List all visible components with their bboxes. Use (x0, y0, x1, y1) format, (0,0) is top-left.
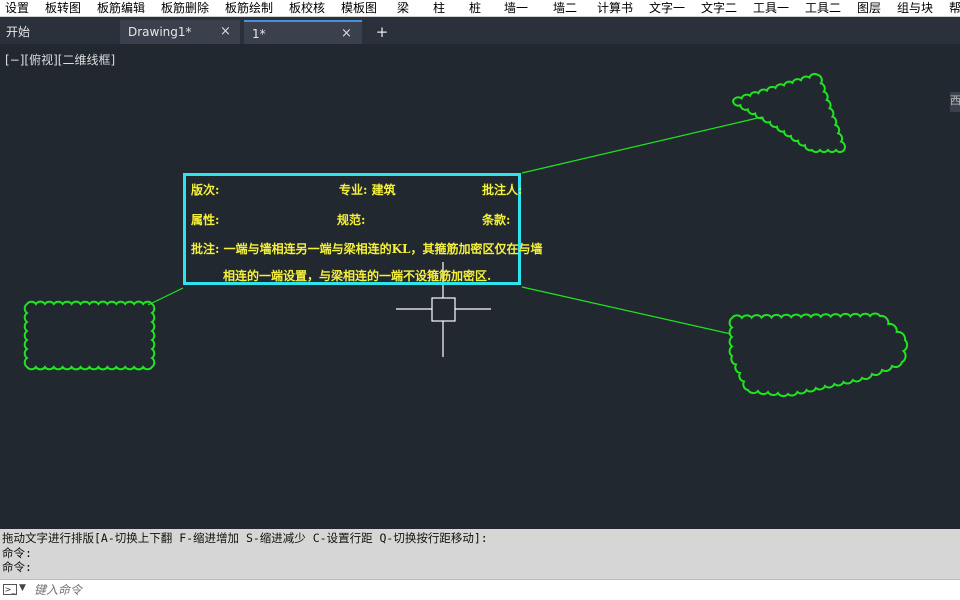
menu-pile[interactable]: 桩 (468, 0, 482, 16)
note-approver-label: 批注人: (482, 183, 523, 197)
command-input-row: >_ ▼ (0, 579, 960, 600)
annotation-note-box[interactable]: 版次: 专业: 建筑 批注人: 属性: 规范: 条款: 批注: 一端与墙相连另一… (183, 173, 542, 285)
menu-formwork[interactable]: 模板图 (340, 0, 378, 16)
menu-tools-1[interactable]: 工具一 (752, 0, 790, 16)
tab-drawing1-label: Drawing1* (128, 25, 192, 39)
revision-cloud-triangle[interactable] (731, 72, 846, 153)
command-history-line: 命令: (2, 560, 32, 574)
command-prompt-icon[interactable]: >_ (3, 584, 17, 595)
menu-rebar-edit[interactable]: 板筋编辑 (96, 0, 146, 16)
tab-start-label: 开始 (6, 25, 31, 39)
tab-active-drawing[interactable]: 1* × (244, 20, 362, 46)
menu-group-block[interactable]: 组与块 (896, 0, 934, 16)
note-attribute-label: 属性: (191, 213, 220, 227)
revision-cloud-left[interactable] (23, 300, 156, 371)
menu-wall-1[interactable]: 墙一 (503, 0, 529, 16)
leader-line-triangle (521, 116, 763, 174)
menu-settings[interactable]: 设置 (4, 0, 30, 16)
note-spec-label: 规范: (337, 213, 366, 227)
revision-cloud-right[interactable] (728, 312, 909, 398)
menu-column[interactable]: 柱 (432, 0, 446, 16)
tab-drawing1[interactable]: Drawing1* × (120, 20, 240, 44)
command-history: 拖动文字进行排版[A-切换上下翻 F-缩进增加 S-缩进减少 C-设置行距 Q-… (0, 529, 960, 579)
menu-text-1[interactable]: 文字一 (648, 0, 686, 16)
command-history-line: 拖动文字进行排版[A-切换上下翻 F-缩进增加 S-缩进减少 C-设置行距 Q-… (2, 531, 488, 545)
document-tab-bar: 开始 Drawing1* × 1* × + (0, 17, 960, 46)
drawing-svg (23, 72, 909, 398)
command-history-line: 命令: (2, 545, 32, 560)
tab-drawing1-close-icon[interactable]: × (220, 20, 231, 44)
leader-line-right (521, 286, 732, 335)
menu-rebar-delete[interactable]: 板筋删除 (160, 0, 210, 16)
chevron-down-icon[interactable]: ▼ (19, 583, 26, 593)
note-comment-line-2: 相连的一端设置，与梁相连的一端不设箍筋加密区. (223, 269, 492, 283)
menu-slab-to-drawing[interactable]: 板转图 (44, 0, 82, 16)
menu-text-2[interactable]: 文字二 (700, 0, 738, 16)
menu-bar: 设置 板转图 板筋编辑 板筋删除 板筋绘制 板校核 模板图 梁 柱 桩 墙一 墙… (0, 0, 960, 17)
note-clause-label: 条款: (482, 213, 511, 227)
tab-active-label: 1* (252, 27, 266, 41)
new-tab-plus-icon[interactable]: + (372, 20, 392, 44)
note-discipline-label: 专业: 建筑 (339, 183, 396, 197)
menu-help[interactable]: 帮 (948, 0, 960, 16)
menu-layers[interactable]: 图层 (856, 0, 882, 16)
leader-line-left (147, 287, 184, 306)
note-version-label: 版次: (191, 183, 220, 197)
menu-tools-2[interactable]: 工具二 (804, 0, 842, 16)
menu-calc-book[interactable]: 计算书 (596, 0, 634, 16)
menu-beam[interactable]: 梁 (396, 0, 410, 16)
menu-slab-check[interactable]: 板校核 (288, 0, 326, 16)
menu-wall-2[interactable]: 墙二 (552, 0, 578, 16)
tab-active-close-icon[interactable]: × (341, 22, 352, 46)
tab-start[interactable]: 开始 (0, 20, 118, 44)
menu-rebar-draw[interactable]: 板筋绘制 (224, 0, 274, 16)
note-comment-line-1: 批注: 一端与墙相连另一端与梁相连的KL，其箍筋加密区仅在与墙 (191, 242, 543, 256)
command-input[interactable] (34, 581, 934, 598)
